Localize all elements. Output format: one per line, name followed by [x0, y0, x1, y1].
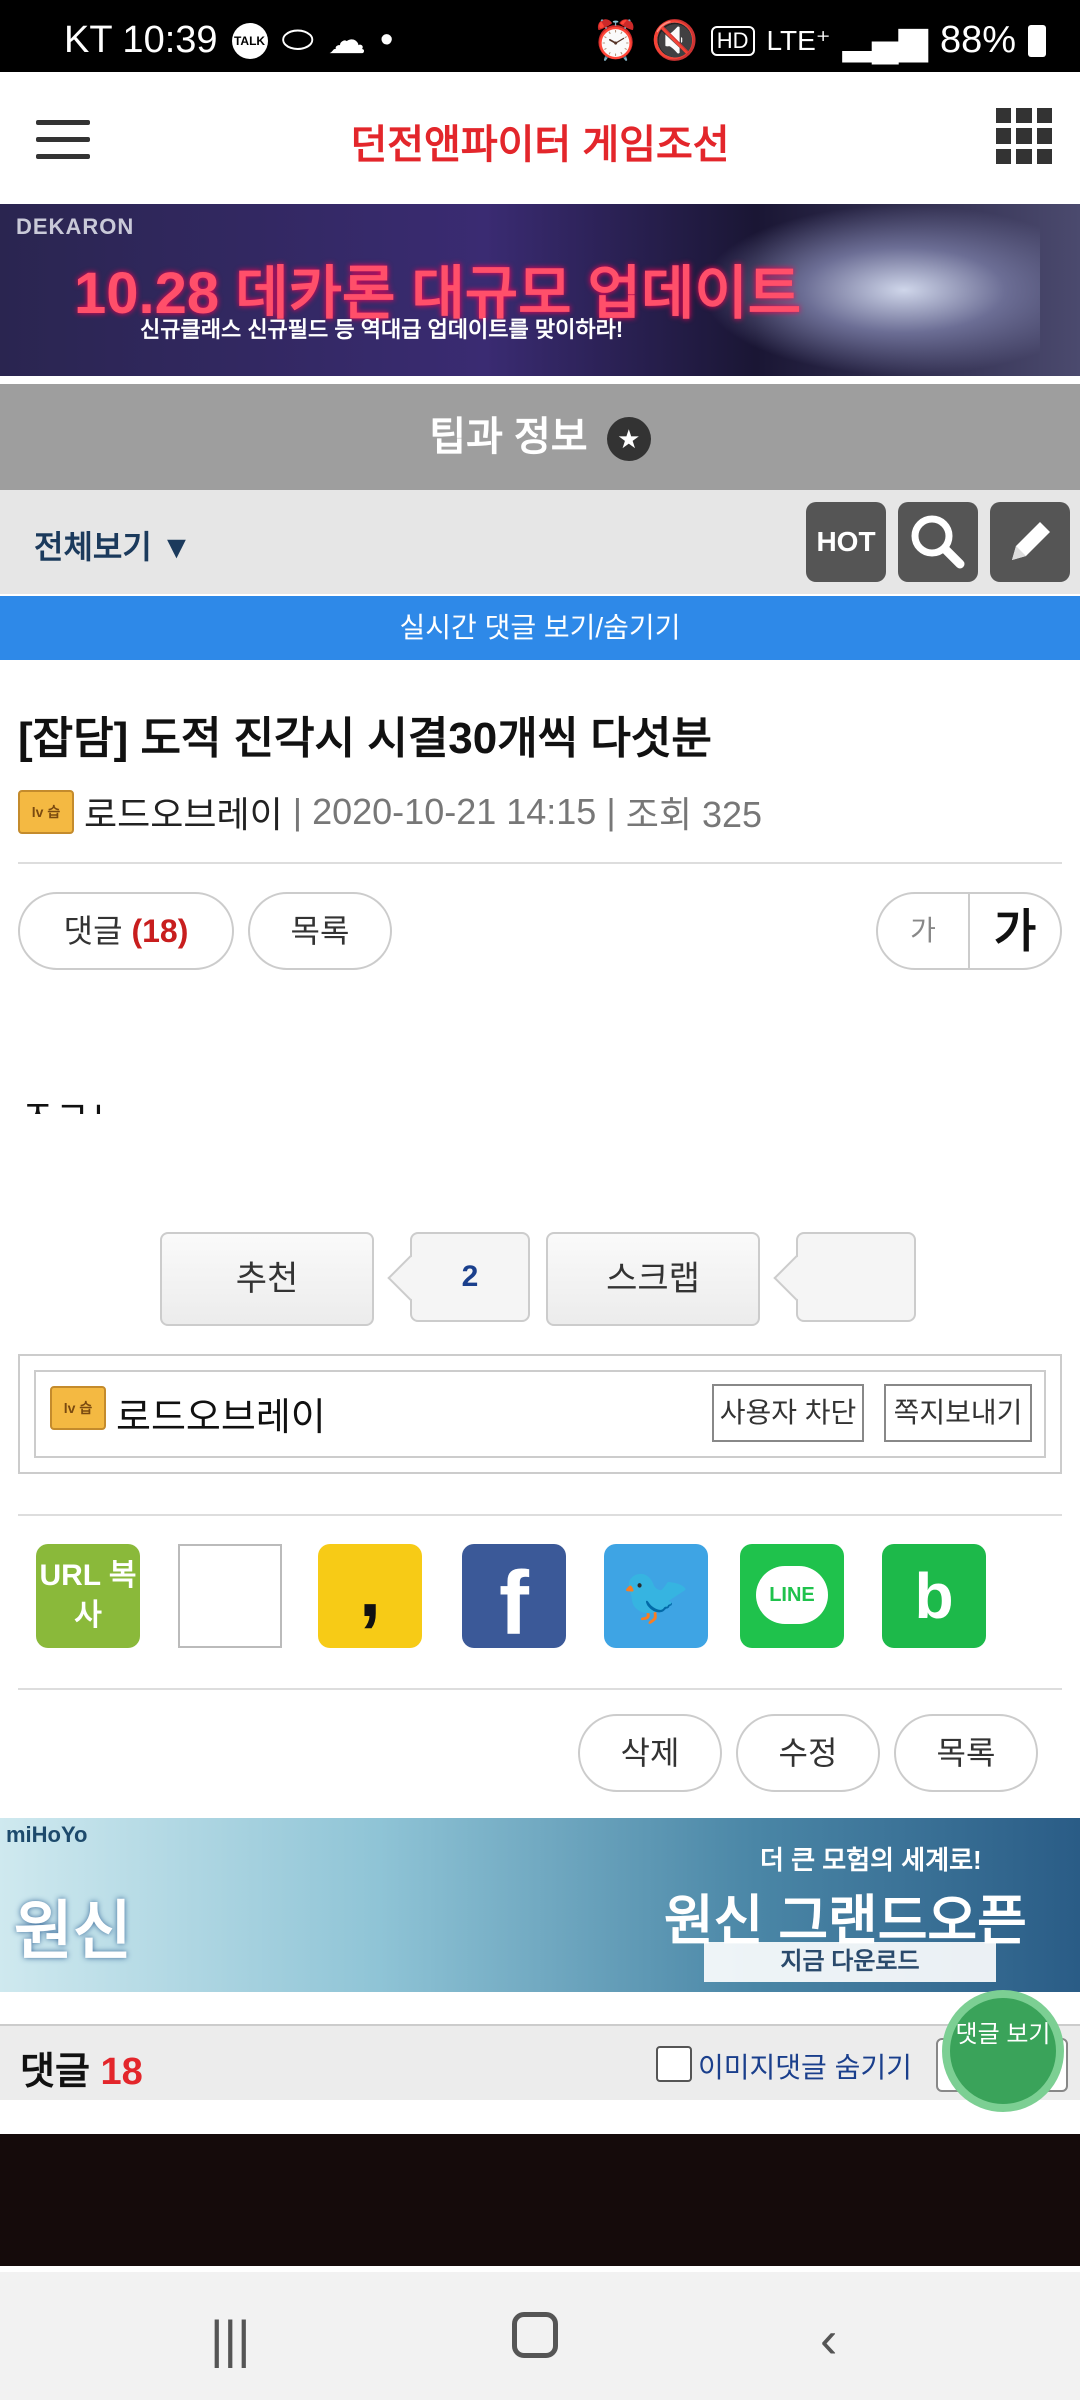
dot-icon: • [379, 19, 394, 61]
comment-button-label: 댓글 [63, 913, 123, 949]
board-toolbar: 전체보기 ▼ HOT [0, 490, 1080, 594]
line-share-label: LINE [756, 1566, 828, 1624]
facebook-share-icon[interactable]: f [462, 1544, 566, 1654]
banner-tagline: 더 큰 모험의 세계로! [760, 1845, 982, 1875]
divider [18, 1514, 1062, 1516]
system-nav-bar: ||| ‹ [0, 2272, 1080, 2400]
carrier-time: KT 10:39 [64, 19, 218, 61]
post-title: [잡담] 도적 진각시 시결30개씩 다섯분 [18, 714, 712, 763]
author-box-name[interactable]: 로드오브레이 [116, 1386, 326, 1441]
level-badge-icon: lv 습 [18, 790, 74, 834]
mute-icon: 🔇 [651, 19, 699, 62]
write-pencil-icon[interactable] [990, 502, 1070, 582]
comments-header: 댓글 18 이미지댓글 숨기기 [0, 2024, 1080, 2100]
block-user-button[interactable]: 사용자 차단 [712, 1384, 864, 1442]
alarm-icon: ⏰ [592, 19, 640, 62]
hide-image-comments-checkbox[interactable] [656, 2046, 692, 2082]
post-meta: lv 습 로드오브레이 | 2020-10-21 14:15 | 조회 325 [18, 786, 762, 838]
cloud-icon: ☁ [327, 20, 366, 62]
comments-count: 18 [100, 2051, 143, 2093]
line-share-icon[interactable]: LINE [740, 1544, 844, 1648]
view-comments-float-button[interactable]: 댓글 보기 [942, 1990, 1064, 2112]
back-icon[interactable]: ‹ [820, 2310, 837, 2370]
meta-separator: | [606, 791, 616, 832]
pill-icon: ⬭ [281, 19, 314, 61]
hot-button[interactable]: HOT [806, 502, 886, 582]
hide-image-comments-label[interactable]: 이미지댓글 숨기기 [698, 2046, 912, 2086]
comments-label: 댓글 [20, 2051, 90, 2093]
post-body: ㅈㄱㄴ [20, 1084, 125, 1114]
recommend-count: 2 [410, 1232, 530, 1322]
band-share-icon[interactable]: b [882, 1544, 986, 1648]
battery-percent: 88% [939, 19, 1016, 61]
comments-title: 댓글 18 [20, 2040, 143, 2095]
level-badge-icon: lv 습 [50, 1386, 106, 1430]
board-title-text: 팁과 정보 [429, 415, 588, 459]
recommend-button[interactable]: 추천 [160, 1232, 374, 1326]
battery-icon [1028, 24, 1046, 57]
talk-icon: TALK [231, 22, 268, 59]
scrap-button[interactable]: 스크랩 [546, 1232, 760, 1326]
signal-icon: ▂▄▆ [842, 20, 928, 62]
url-copy-button[interactable]: URL 복사 [36, 1544, 140, 1648]
star-icon[interactable]: ★ [606, 417, 651, 462]
broken-image-share-icon[interactable] [178, 1544, 282, 1648]
send-message-button[interactable]: 쪽지보내기 [884, 1384, 1032, 1442]
banner-download-button[interactable]: 지금 다운로드 [704, 1942, 996, 1982]
comment-button[interactable]: 댓글 (18) [18, 892, 234, 970]
scrap-count [796, 1232, 916, 1322]
post-author[interactable]: 로드오브레이 [84, 786, 283, 838]
author-box: lv 습 로드오브레이 사용자 차단 쪽지보내기 [18, 1354, 1062, 1474]
meta-separator: | [292, 791, 303, 832]
hd-icon: HD [710, 25, 755, 56]
post-date: 2020-10-21 14:15 [312, 791, 597, 832]
apps-grid-icon[interactable] [996, 108, 1052, 164]
live-comments-toggle[interactable]: 실시간 댓글 보기/숨기기 [0, 596, 1080, 660]
font-small-button[interactable]: 가 [878, 894, 970, 968]
dekaron-banner[interactable]: DEKARON 10.28 데카론 대규모 업데이트 신규클래스 신규필드 등 … [0, 204, 1080, 376]
delete-button[interactable]: 삭제 [578, 1714, 722, 1792]
list-button-bottom[interactable]: 목록 [894, 1714, 1038, 1792]
comment-button-count: (18) [131, 913, 189, 949]
twitter-share-icon[interactable]: 🐦 [604, 1544, 708, 1648]
status-bar: KT 10:39 TALK ⬭ ☁ • ⏰ 🔇 HD LTE⁺ ▂▄▆ 88% [0, 0, 1080, 72]
site-header: 던전앤파이터 게임조선 [0, 72, 1080, 204]
banner-brand: miHoYo [6, 1822, 88, 1847]
edit-button[interactable]: 수정 [736, 1714, 880, 1792]
list-button[interactable]: 목록 [248, 892, 392, 970]
banner-logo: 원신 [14, 1895, 132, 1967]
search-icon[interactable] [898, 502, 978, 582]
font-large-button[interactable]: 가 [970, 894, 1060, 968]
recent-apps-icon[interactable]: ||| [210, 2310, 251, 2370]
banner-brand: DEKARON [16, 214, 135, 239]
banner-subtext: 신규클래스 신규필드 등 역대급 업데이트를 맞이하라! [140, 317, 624, 342]
divider [18, 862, 1062, 864]
kakao-share-icon[interactable]: , [318, 1544, 422, 1648]
ad-strip [0, 2134, 1080, 2266]
network-label: LTE⁺ [766, 25, 831, 56]
post-views: 조회 325 [625, 794, 763, 835]
genshin-banner[interactable]: miHoYo 원신 더 큰 모험의 세계로! 원신 그랜드오픈 지금 다운로드 [0, 1818, 1080, 1992]
font-size-toggle: 가 가 [876, 892, 1062, 970]
divider [18, 1688, 1062, 1690]
home-icon[interactable] [512, 2312, 558, 2358]
site-title[interactable]: 던전앤파이터 게임조선 [0, 112, 1080, 170]
view-all-dropdown[interactable]: 전체보기 ▼ [34, 522, 192, 568]
board-title: 팁과 정보 ★ [0, 384, 1080, 490]
